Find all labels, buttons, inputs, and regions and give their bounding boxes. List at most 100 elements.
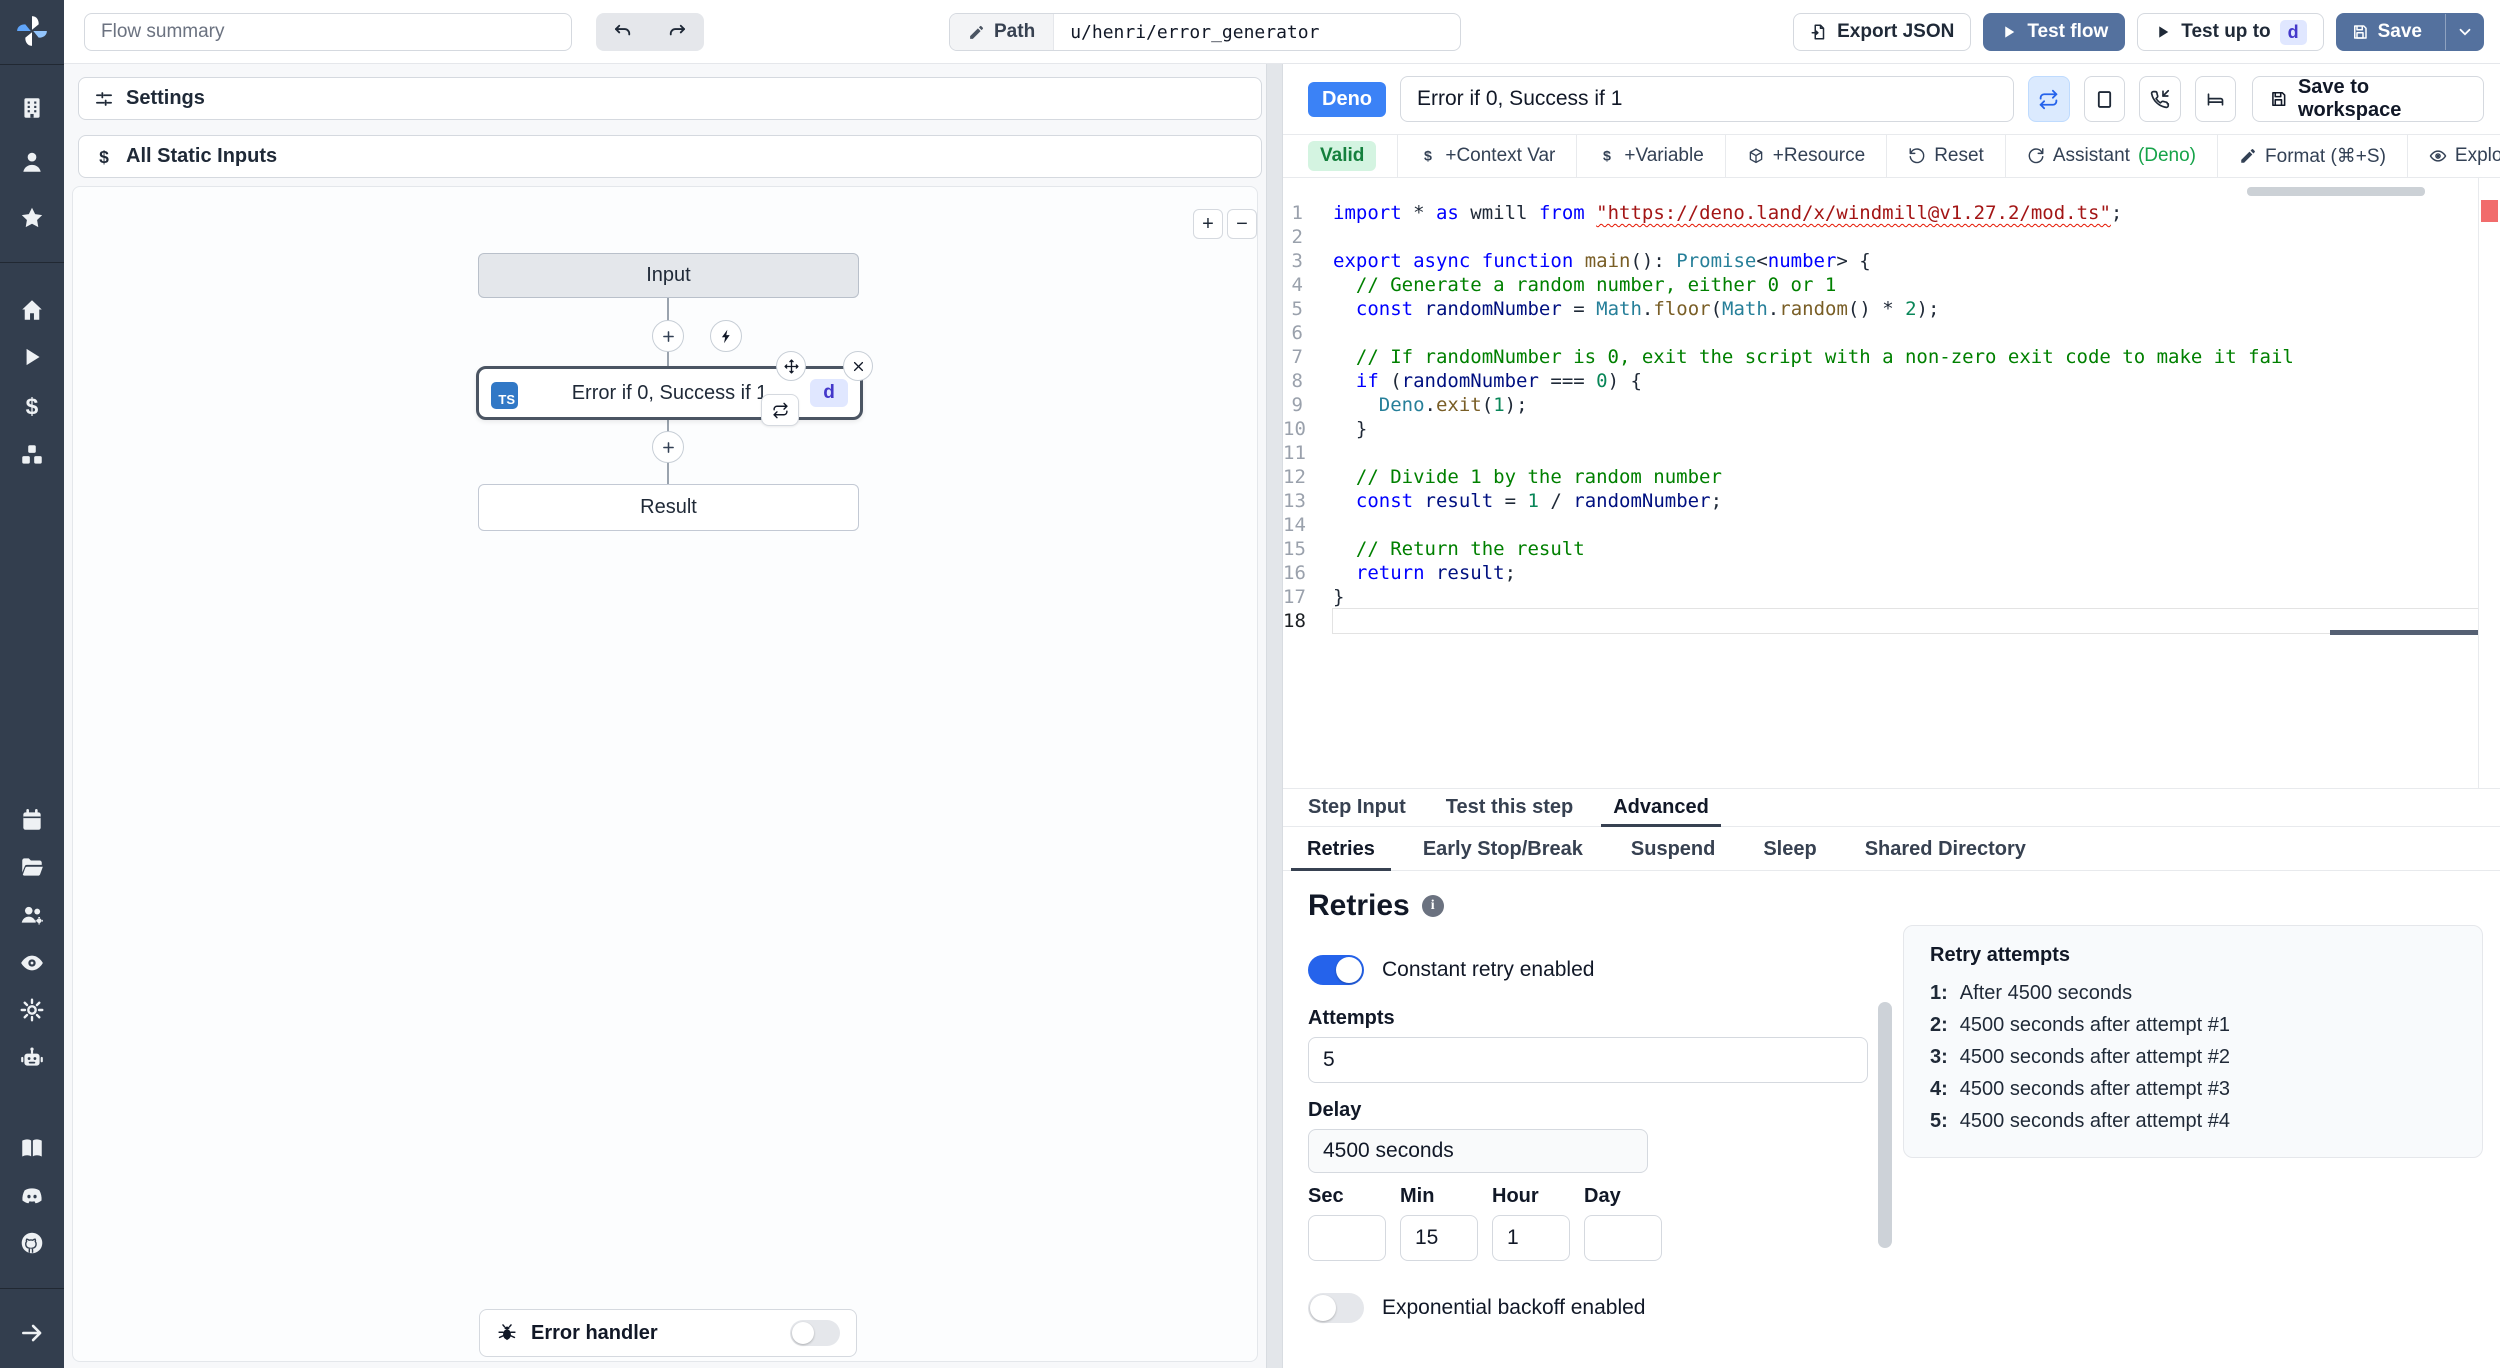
code-line[interactable]: // Generate a random number, either 0 or… [1333,273,2478,297]
delay-input[interactable] [1308,1129,1648,1173]
discord-icon[interactable] [0,1182,64,1210]
subtab-suspend[interactable]: Suspend [1607,828,1739,870]
undo-button[interactable] [596,13,650,51]
flow-summary-input[interactable] [84,13,572,51]
code-line[interactable]: return result; [1333,561,2478,585]
code-line[interactable] [1333,513,2478,537]
code-line[interactable] [1333,225,2478,249]
assistant-button[interactable]: Assistant (Deno) [2006,145,2217,167]
flow-settings-button[interactable]: Settings [78,77,1262,120]
error-handler-node[interactable]: Error handler [479,1309,857,1357]
sec-input[interactable] [1308,1215,1386,1261]
code-line[interactable]: // Return the result [1333,537,2478,561]
tab-advanced[interactable]: Advanced [1593,789,1729,827]
sleep-button[interactable] [2194,76,2237,122]
settings-gear-icon[interactable] [0,996,64,1024]
explore-scripts-button[interactable]: Explore other s [2408,145,2500,167]
exponential-backoff-toggle[interactable] [1308,1293,1364,1323]
subtab-shared-directory[interactable]: Shared Directory [1841,828,2050,870]
collapse-arrow-right-icon[interactable] [0,1319,64,1347]
save-dropdown-button[interactable] [2445,14,2483,50]
attempts-input[interactable] [1308,1037,1868,1083]
error-handler-label: Error handler [531,1321,658,1344]
code-line[interactable]: const randomNumber = Math.floor(Math.ran… [1333,297,2478,321]
constant-retry-toggle[interactable] [1308,955,1364,985]
favorites-star-icon[interactable] [0,204,64,232]
redo-button[interactable] [650,13,704,51]
home-icon[interactable] [0,296,64,324]
retry-indicator-button[interactable] [761,394,799,426]
audit-eye-icon[interactable] [0,949,64,977]
code-line[interactable]: import * as wmill from "https://deno.lan… [1333,201,2478,225]
code-line[interactable] [1333,321,2478,345]
code-line[interactable]: if (randomNumber === 0) { [1333,369,2478,393]
delay-time-fields: Sec Min Hour Day [1308,1185,2500,1261]
user-icon[interactable] [0,148,64,176]
windmill-logo-icon[interactable] [0,12,64,50]
editor-horizontal-scrollbar[interactable] [2247,187,2425,196]
path-field[interactable]: Path u/henri/error_generator [949,13,1461,51]
add-resource-button[interactable]: +Resource [1726,145,1886,167]
move-step-button[interactable] [776,351,806,381]
add-step-button[interactable] [652,320,684,352]
variables-dollar-icon[interactable]: $ [0,393,64,421]
test-up-to-button[interactable]: Test up to d [2137,13,2324,51]
tab-step-input[interactable]: Step Input [1288,789,1426,826]
workers-robot-icon[interactable] [0,1044,64,1072]
groups-users-icon[interactable] [0,901,64,929]
result-node[interactable]: Result [478,484,859,531]
editor-code[interactable]: import * as wmill from "https://deno.lan… [1332,201,2479,634]
retries-toggle-button[interactable] [2028,76,2070,122]
delete-step-button[interactable] [843,351,873,381]
docs-book-icon[interactable] [0,1134,64,1162]
workspace-building-icon[interactable] [0,94,64,122]
subtab-early-stop[interactable]: Early Stop/Break [1399,828,1607,870]
schedules-calendar-icon[interactable] [0,806,64,834]
code-line[interactable]: const result = 1 / randomNumber; [1333,489,2478,513]
error-handler-toggle[interactable] [790,1320,840,1346]
save-button[interactable]: Save [2337,14,2436,50]
code-line[interactable] [1333,441,2478,465]
subtab-sleep[interactable]: Sleep [1739,828,1840,870]
add-variable-button[interactable]: $ +Variable [1577,145,1724,167]
resources-boxes-icon[interactable] [0,441,64,469]
suspend-button[interactable] [2139,76,2181,122]
min-input[interactable] [1400,1215,1478,1261]
code-line[interactable]: Deno.exit(1); [1333,393,2478,417]
code-line[interactable]: } [1333,417,2478,441]
add-trigger-button[interactable] [710,320,742,352]
code-line[interactable]: // If randomNumber is 0, exit the script… [1333,345,2478,369]
github-icon[interactable] [0,1229,64,1257]
add-context-var-button[interactable]: $ +Context Var [1398,145,1576,167]
export-json-button[interactable]: Export JSON [1793,13,1972,51]
day-input[interactable] [1584,1215,1662,1261]
code-line[interactable]: } [1333,585,2478,609]
folders-icon[interactable] [0,853,64,881]
panel-resize-divider[interactable] [1266,64,1283,1368]
code-line[interactable]: export async function main(): Promise<nu… [1333,249,2478,273]
early-stop-button[interactable] [2083,76,2126,122]
code-line[interactable]: // Divide 1 by the random number [1333,465,2478,489]
step-node-selected[interactable]: TS Error if 0, Success if 1 d [476,366,863,420]
test-flow-button[interactable]: Test flow [1983,13,2126,51]
add-step-button[interactable] [652,431,684,463]
vertical-scrollbar[interactable] [1878,1002,1892,1248]
tab-test-this-step[interactable]: Test this step [1426,789,1593,826]
editor-sash-handle[interactable] [2330,630,2478,635]
zoom-out-button[interactable]: − [1227,209,1257,239]
subtab-retries[interactable]: Retries [1283,828,1399,871]
flow-canvas[interactable]: + − Input TS Error if 0, Success if 1 d [72,186,1258,1362]
input-node[interactable]: Input [478,253,859,298]
reset-button[interactable]: Reset [1887,145,2005,167]
info-icon[interactable]: i [1421,895,1444,917]
save-to-workspace-button[interactable]: Save to workspace [2252,76,2484,122]
code-editor[interactable]: 1 2 3 4 5 6 7 8 9 10 11 12 13 14 15 16 17 18 import * as … [1283,178,2500,788]
dollar-icon: $ [99,147,109,167]
all-static-inputs-button[interactable]: $ All Static Inputs [78,135,1262,178]
zoom-in-button[interactable]: + [1193,209,1223,239]
runs-play-icon[interactable] [0,343,64,371]
format-button[interactable]: Format (⌘+S) [2218,145,2407,168]
hour-input[interactable] [1492,1215,1570,1261]
step-name-input[interactable] [1400,76,2014,122]
code-line[interactable] [1332,608,2479,634]
